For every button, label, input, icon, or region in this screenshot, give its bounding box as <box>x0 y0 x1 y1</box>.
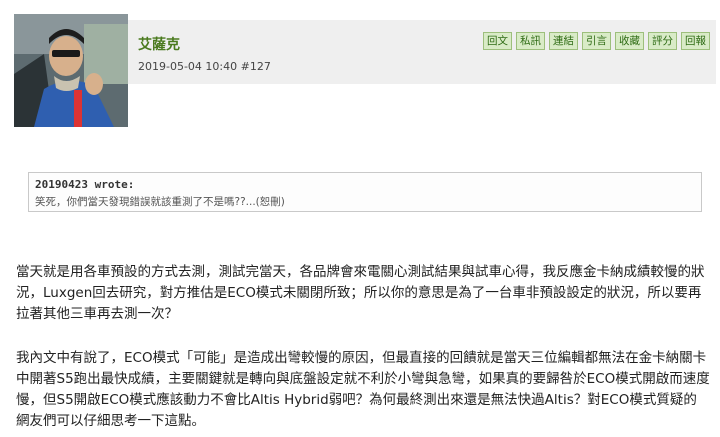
post-timestamp: 2019-05-04 10:40 <box>138 60 238 73</box>
reply-button[interactable]: 回文 <box>483 32 512 50</box>
post-body-paragraph-2: 我內文中有說了，ECO模式「可能」是造成出彎較慢的原因，但最直接的回饋就是當天三… <box>16 350 710 429</box>
report-button[interactable]: 回報 <box>681 32 710 50</box>
link-button[interactable]: 連結 <box>549 32 578 50</box>
quote-block: 20190423 wrote: 笑死，你們當天發現錯誤就該重測了不是嗎??...… <box>28 172 702 212</box>
username-link[interactable]: 艾薩克 <box>138 34 180 54</box>
quote-author: 20190423 wrote: <box>35 178 135 191</box>
rate-button[interactable]: 評分 <box>648 32 677 50</box>
post-body-paragraph-1: 當天就是用各車預設的方式去測，測試完當天，各品牌會來電關心測試結果與試車心得，我… <box>16 264 705 322</box>
post-header: 艾薩克 2019-05-04 10:40 #127 回文 私訊 連結 引言 收藏… <box>128 20 716 84</box>
bookmark-button[interactable]: 收藏 <box>615 32 644 50</box>
post-number[interactable]: #127 <box>241 60 271 73</box>
post-action-bar: 回文 私訊 連結 引言 收藏 評分 回報 <box>483 32 710 50</box>
quote-text: 笑死，你們當天發現錯誤就該重測了不是嗎??...(恕刪) <box>35 196 285 208</box>
private-message-button[interactable]: 私訊 <box>516 32 545 50</box>
avatar-photo <box>14 14 128 127</box>
quote-button[interactable]: 引言 <box>582 32 611 50</box>
user-avatar[interactable] <box>14 14 128 127</box>
post-meta: 2019-05-04 10:40 #127 <box>138 60 271 73</box>
